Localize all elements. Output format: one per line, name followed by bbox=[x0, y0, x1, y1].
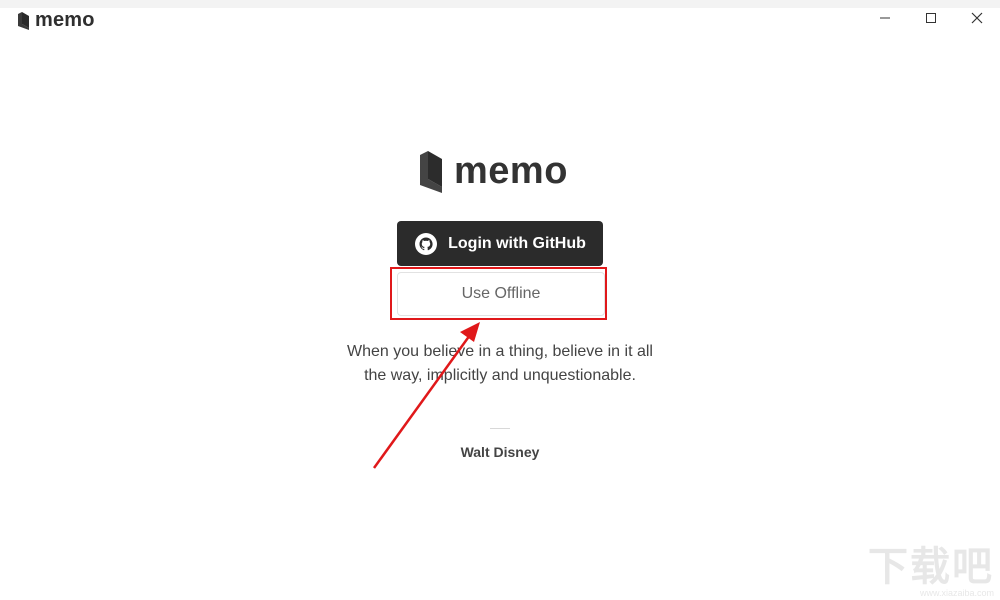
app-title: memo bbox=[35, 9, 95, 31]
brand-logo: memo bbox=[420, 150, 568, 193]
memo-logo-icon bbox=[18, 11, 29, 30]
close-button[interactable] bbox=[954, 0, 1000, 36]
use-offline-button[interactable]: Use Offline bbox=[397, 272, 605, 316]
close-icon bbox=[971, 12, 983, 24]
maximize-icon bbox=[926, 13, 936, 23]
title-bar: memo bbox=[0, 0, 1000, 36]
minimize-button[interactable] bbox=[862, 0, 908, 36]
use-offline-label: Use Offline bbox=[461, 285, 541, 302]
window-controls bbox=[862, 0, 1000, 36]
quote-divider bbox=[490, 428, 510, 429]
app-logo: memo bbox=[18, 9, 95, 32]
github-icon bbox=[415, 232, 438, 255]
title-bar-strip bbox=[0, 0, 1000, 8]
brand-name: memo bbox=[454, 150, 568, 192]
watermark-logo: 下载吧 www.xiazaiba.com bbox=[864, 544, 994, 598]
watermark-text: 下载吧 bbox=[868, 544, 994, 590]
maximize-button[interactable] bbox=[908, 0, 954, 36]
minimize-icon bbox=[880, 17, 890, 19]
login-github-label: Login with GitHub bbox=[448, 234, 586, 252]
watermark-subtext: www.xiazaiba.com bbox=[919, 588, 994, 598]
quote-text: When you believe in a thing, believe in … bbox=[347, 343, 653, 384]
memo-brand-icon bbox=[420, 150, 442, 193]
login-github-button[interactable]: Login with GitHub bbox=[397, 221, 603, 266]
quote-author: Walt Disney bbox=[460, 444, 540, 460]
